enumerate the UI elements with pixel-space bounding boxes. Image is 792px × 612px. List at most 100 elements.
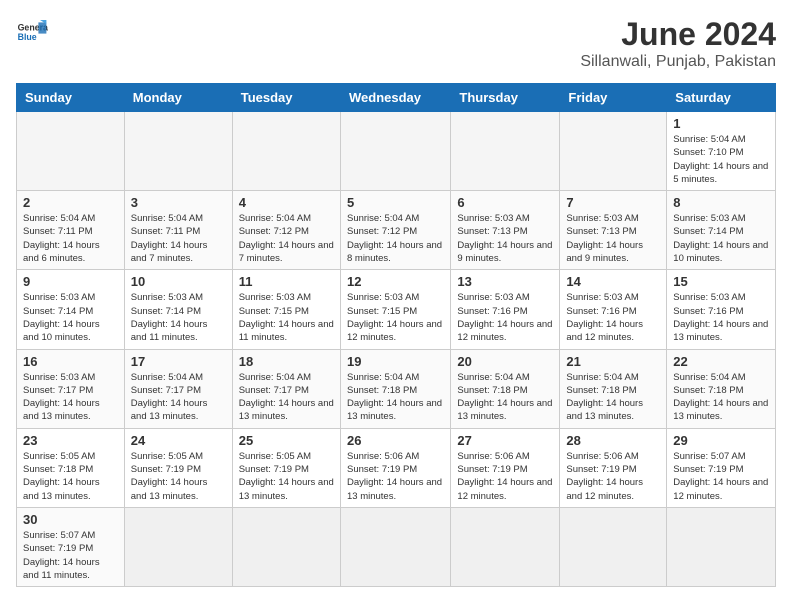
day-number: 22 [673,354,769,369]
day-number: 7 [566,195,660,210]
day-info: Sunrise: 5:04 AMSunset: 7:18 PMDaylight:… [347,371,444,424]
calendar-cell: 15 Sunrise: 5:03 AMSunset: 7:16 PMDayligh… [667,270,776,349]
calendar-cell: 18 Sunrise: 5:04 AMSunset: 7:17 PMDayligh… [232,349,340,428]
day-info: Sunrise: 5:03 AMSunset: 7:14 PMDaylight:… [673,212,769,265]
day-number: 1 [673,116,769,131]
calendar-cell: 3Sunrise: 5:04 AMSunset: 7:11 PMDaylight… [124,191,232,270]
calendar-cell: 1Sunrise: 5:04 AMSunset: 7:10 PMDaylight… [667,112,776,191]
day-number: 18 [239,354,334,369]
day-number: 24 [131,433,226,448]
calendar-cell: 24 Sunrise: 5:05 AMSunset: 7:19 PMDayligh… [124,428,232,507]
day-info: Sunrise: 5:03 AMSunset: 7:16 PMDaylight:… [457,291,553,344]
day-info: Sunrise: 5:07 AMSunset: 7:19 PMDaylight:… [23,529,118,582]
day-info: Sunrise: 5:04 AMSunset: 7:18 PMDaylight:… [673,371,769,424]
calendar-cell: 27 Sunrise: 5:06 AMSunset: 7:19 PMDayligh… [451,428,560,507]
day-info: Sunrise: 5:03 AMSunset: 7:14 PMDaylight:… [131,291,226,344]
day-number: 17 [131,354,226,369]
calendar-week-row: 9 Sunrise: 5:03 AMSunset: 7:14 PMDaylight… [17,270,776,349]
day-info: Sunrise: 5:05 AMSunset: 7:19 PMDaylight:… [239,450,334,503]
calendar-cell: 13 Sunrise: 5:03 AMSunset: 7:16 PMDayligh… [451,270,560,349]
svg-text:Blue: Blue [18,32,37,42]
day-info: Sunrise: 5:06 AMSunset: 7:19 PMDaylight:… [347,450,444,503]
weekday-header-row: SundayMondayTuesdayWednesdayThursdayFrid… [17,84,776,112]
weekday-header-saturday: Saturday [667,84,776,112]
weekday-header-sunday: Sunday [17,84,125,112]
calendar-cell: 17 Sunrise: 5:04 AMSunset: 7:17 PMDayligh… [124,349,232,428]
day-number: 13 [457,274,553,289]
day-info: Sunrise: 5:07 AMSunset: 7:19 PMDaylight:… [673,450,769,503]
calendar-week-row: 23Sunrise: 5:05 AMSunset: 7:18 PMDayligh… [17,428,776,507]
day-info: Sunrise: 5:03 AMSunset: 7:16 PMDaylight:… [673,291,769,344]
calendar-week-row: 1Sunrise: 5:04 AMSunset: 7:10 PMDaylight… [17,112,776,191]
calendar-week-row: 2 Sunrise: 5:04 AMSunset: 7:11 PMDaylight… [17,191,776,270]
day-number: 6 [457,195,553,210]
day-number: 8 [673,195,769,210]
day-info: Sunrise: 5:04 AMSunset: 7:17 PMDaylight:… [131,371,226,424]
month-title: June 2024 [580,16,776,53]
day-info: Sunrise: 5:05 AMSunset: 7:19 PMDaylight:… [131,450,226,503]
calendar-cell: 7 Sunrise: 5:03 AMSunset: 7:13 PMDaylight… [560,191,667,270]
calendar-cell: 20Sunrise: 5:04 AMSunset: 7:18 PMDayligh… [451,349,560,428]
day-info: Sunrise: 5:06 AMSunset: 7:19 PMDaylight:… [457,450,553,503]
weekday-header-monday: Monday [124,84,232,112]
day-number: 10 [131,274,226,289]
day-info: Sunrise: 5:03 AMSunset: 7:16 PMDaylight:… [566,291,660,344]
calendar-cell: 28 Sunrise: 5:06 AMSunset: 7:19 PMDayligh… [560,428,667,507]
calendar-cell: 25 Sunrise: 5:05 AMSunset: 7:19 PMDayligh… [232,428,340,507]
day-info: Sunrise: 5:03 AMSunset: 7:13 PMDaylight:… [566,212,660,265]
day-number: 28 [566,433,660,448]
page-header: General Blue June 2024 Sillanwali, Punja… [16,16,776,71]
day-number: 26 [347,433,444,448]
calendar-cell: 22 Sunrise: 5:04 AMSunset: 7:18 PMDayligh… [667,349,776,428]
day-info: Sunrise: 5:04 AMSunset: 7:17 PMDaylight:… [239,371,334,424]
day-number: 4 [239,195,334,210]
calendar-cell: 9 Sunrise: 5:03 AMSunset: 7:14 PMDaylight… [17,270,125,349]
day-info: Sunrise: 5:03 AMSunset: 7:15 PMDaylight:… [239,291,334,344]
calendar-cell: 11 Sunrise: 5:03 AMSunset: 7:15 PMDayligh… [232,270,340,349]
day-info: Sunrise: 5:04 AMSunset: 7:12 PMDaylight:… [239,212,334,265]
day-info: Sunrise: 5:03 AMSunset: 7:17 PMDaylight:… [23,371,118,424]
day-number: 19 [347,354,444,369]
day-number: 12 [347,274,444,289]
calendar-cell [667,507,776,586]
day-number: 15 [673,274,769,289]
day-info: Sunrise: 5:06 AMSunset: 7:19 PMDaylight:… [566,450,660,503]
day-number: 30 [23,512,118,527]
day-number: 27 [457,433,553,448]
day-number: 25 [239,433,334,448]
day-number: 3 [131,195,226,210]
day-number: 21 [566,354,660,369]
calendar-cell: 26 Sunrise: 5:06 AMSunset: 7:19 PMDayligh… [340,428,450,507]
weekday-header-thursday: Thursday [451,84,560,112]
calendar-cell: 12Sunrise: 5:03 AMSunset: 7:15 PMDayligh… [340,270,450,349]
calendar-cell: 8 Sunrise: 5:03 AMSunset: 7:14 PMDaylight… [667,191,776,270]
calendar-cell [560,112,667,191]
day-number: 16 [23,354,118,369]
calendar-cell: 6Sunrise: 5:03 AMSunset: 7:13 PMDaylight… [451,191,560,270]
day-number: 2 [23,195,118,210]
day-info: Sunrise: 5:03 AMSunset: 7:14 PMDaylight:… [23,291,118,344]
calendar-cell: 16 Sunrise: 5:03 AMSunset: 7:17 PMDayligh… [17,349,125,428]
calendar-cell: 2 Sunrise: 5:04 AMSunset: 7:11 PMDaylight… [17,191,125,270]
calendar-cell: 29Sunrise: 5:07 AMSunset: 7:19 PMDayligh… [667,428,776,507]
day-number: 11 [239,274,334,289]
day-info: Sunrise: 5:04 AMSunset: 7:18 PMDaylight:… [566,371,660,424]
calendar-cell [232,507,340,586]
calendar-cell: 19 Sunrise: 5:04 AMSunset: 7:18 PMDayligh… [340,349,450,428]
day-number: 20 [457,354,553,369]
day-info: Sunrise: 5:04 AMSunset: 7:11 PMDaylight:… [23,212,118,265]
calendar-cell [124,507,232,586]
calendar-cell: 4 Sunrise: 5:04 AMSunset: 7:12 PMDaylight… [232,191,340,270]
calendar-cell: 5Sunrise: 5:04 AMSunset: 7:12 PMDaylight… [340,191,450,270]
day-number: 9 [23,274,118,289]
weekday-header-tuesday: Tuesday [232,84,340,112]
weekday-header-wednesday: Wednesday [340,84,450,112]
calendar-week-row: 30 Sunrise: 5:07 AMSunset: 7:19 PMDayligh… [17,507,776,586]
calendar-cell [340,112,450,191]
calendar-cell [17,112,125,191]
day-info: Sunrise: 5:05 AMSunset: 7:18 PMDaylight:… [23,450,118,503]
calendar-cell [560,507,667,586]
calendar-cell [232,112,340,191]
calendar-cell [451,507,560,586]
day-number: 14 [566,274,660,289]
